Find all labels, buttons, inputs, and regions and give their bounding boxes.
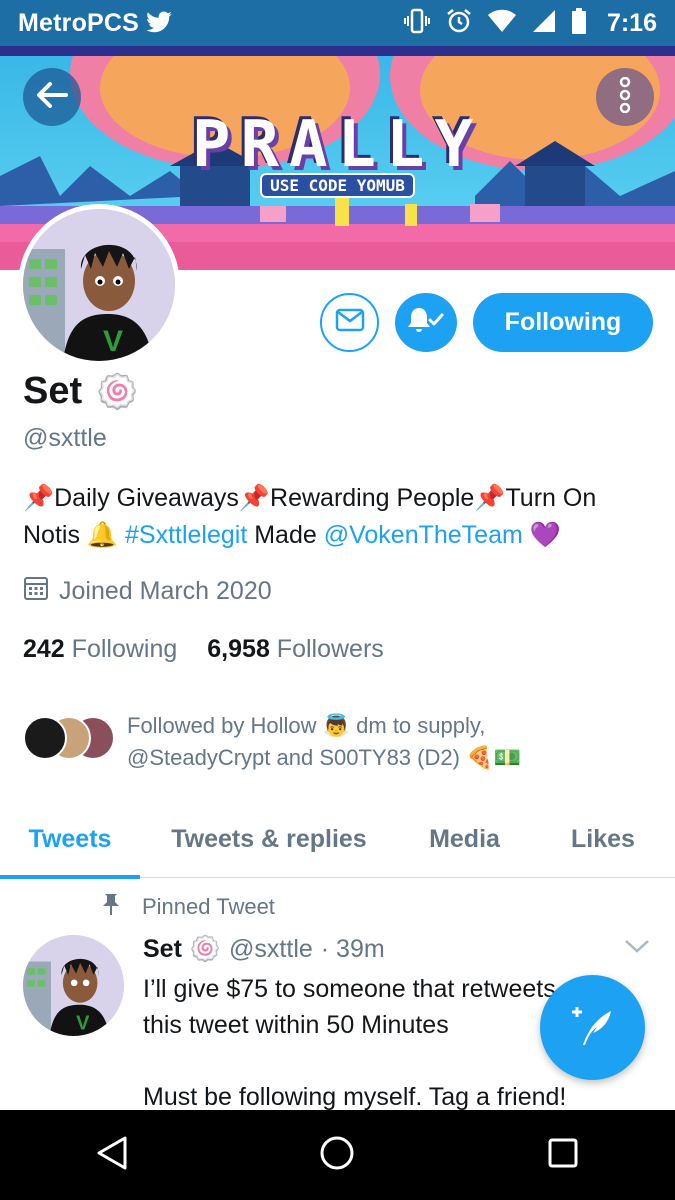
tweet-header: Set 🍥 @sxttle · 39m [143,935,385,964]
carrier-name: MetroPCS [18,8,140,37]
banner-title: PRALLY [191,108,484,182]
followed-by-line-2: @SteadyCrypt and S00TY83 (D2) 🍕💵 [127,745,521,770]
more-vertical-icon [618,76,632,118]
vibrate-icon [403,7,431,40]
avatar [23,716,67,760]
banner-code-text: USE CODE YOMUB [260,173,415,198]
bell-check-icon [407,305,445,340]
bio-line-2: Notis 🔔 #Sxttlelegit Made @VokenTheTeam … [23,517,663,554]
bio-text: Notis 🔔 [23,521,125,549]
back-button[interactable] [23,68,81,126]
following-count: 242 [23,635,65,663]
following-button[interactable]: Following [473,293,653,352]
followers-count: 6,958 [207,635,270,663]
wifi-icon [487,8,517,39]
notifications-button[interactable] [395,293,457,352]
status-bar: MetroPCS 7:16 [0,0,675,46]
bio-text: 💜 [522,521,561,549]
tab-tweets-and-replies[interactable]: Tweets & replies [140,800,398,878]
calendar-icon [23,575,49,608]
svg-text:V: V [76,1012,90,1034]
following-label: Following [71,635,178,663]
battery-icon [571,7,587,40]
status-clock: 7:16 [606,8,657,37]
tweet-time: · 39m [320,935,385,963]
profile-bio: 📌Daily Giveaways📌Rewarding People📌Turn O… [23,480,663,554]
profile-name: Set 🍥 [23,370,138,413]
following-count-link[interactable]: 242 Following [23,635,177,664]
banner-code: USE CODE YOMUB [0,173,675,198]
follow-counts: 242 Following 6,958 Followers [23,635,384,664]
alarm-icon [445,7,473,40]
followed-by[interactable]: Followed by Hollow 👼 dm to supply, @Stea… [23,710,647,774]
profile-handle: @sxttle [23,424,107,452]
pin-icon [100,892,122,922]
tweet-avatar[interactable]: V [23,935,124,1036]
nav-back-icon[interactable] [95,1135,129,1176]
message-button[interactable] [320,293,379,352]
nav-recents-icon[interactable] [546,1136,580,1175]
android-nav-bar [0,1110,675,1200]
chevron-down-icon[interactable] [624,938,650,959]
tab-media[interactable]: Media [398,800,531,878]
bio-line-1: 📌Daily Giveaways📌Rewarding People📌Turn O… [23,484,597,512]
bio-mention-link[interactable]: @VokenTheTeam [324,521,523,549]
profile-tabs: Tweets Tweets & replies Media Likes [0,800,675,879]
tweet-author-name[interactable]: Set [143,935,182,964]
mail-icon [335,308,365,337]
tweet-name-emoji: 🍥 [189,935,222,963]
compose-feather-icon [569,1001,617,1054]
followers-label: Followers [276,635,384,663]
more-options-button[interactable] [596,68,654,126]
tweet-author-handle: @sxttle [229,935,313,963]
followed-by-line-1: Followed by Hollow 👼 dm to supply, [127,713,486,738]
followers-count-link[interactable]: 6,958 Followers [207,635,384,664]
signal-icon [531,8,557,39]
joined-date: Joined March 2020 [23,575,272,608]
twitter-bird-icon [145,11,173,35]
profile-name-text: Set [23,370,83,412]
svg-text:V: V [103,325,123,358]
name-emoji: 🍥 [96,372,139,411]
tab-tweets[interactable]: Tweets [0,800,140,879]
avatar-image: V [23,209,175,361]
pinned-tweet-label: Pinned Tweet [100,892,275,922]
bio-text: Made [247,521,324,549]
joined-text: Joined March 2020 [59,577,272,605]
followed-by-text: Followed by Hollow 👼 dm to supply, @Stea… [127,710,647,774]
bio-hashtag-link[interactable]: #Sxttlelegit [125,521,247,549]
nav-home-icon[interactable] [318,1134,356,1177]
pinned-text: Pinned Tweet [142,894,275,919]
profile-avatar[interactable]: V [18,204,180,366]
arrow-back-icon [36,81,68,114]
followed-by-avatars [23,716,115,766]
compose-tweet-button[interactable] [540,975,645,1080]
tab-likes[interactable]: Likes [531,800,675,878]
